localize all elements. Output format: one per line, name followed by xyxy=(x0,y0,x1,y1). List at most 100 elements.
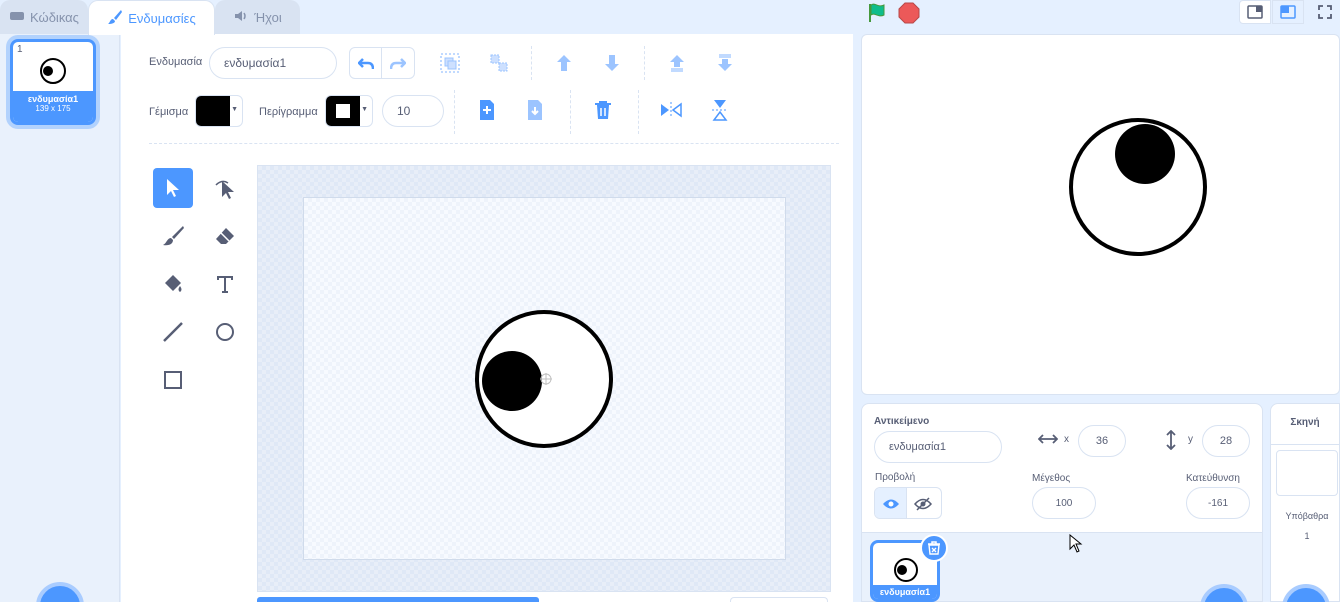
forward-button[interactable] xyxy=(551,50,577,76)
stage-sprite[interactable] xyxy=(1066,115,1210,259)
front-button[interactable] xyxy=(664,50,690,76)
arrow-up-icon xyxy=(557,55,571,71)
toolbar-divider xyxy=(638,90,639,134)
outline-width-input[interactable]: 10 xyxy=(382,95,444,127)
direction-input[interactable]: -161 xyxy=(1186,487,1250,519)
group-button[interactable] xyxy=(437,50,463,76)
costume-footer: ενδυμασία1 139 x 175 xyxy=(13,91,93,122)
large-stage-icon xyxy=(1280,5,1296,19)
mouse-cursor-icon xyxy=(1069,534,1083,553)
copy-button[interactable] xyxy=(474,97,500,123)
send-to-back-icon xyxy=(718,54,732,71)
speaker-icon xyxy=(233,8,249,27)
eye-drawing[interactable] xyxy=(470,305,620,455)
fill-color-swatch xyxy=(196,96,230,126)
green-flag-button[interactable] xyxy=(861,0,893,26)
green-flag-icon xyxy=(869,3,885,22)
dropdown-arrow-icon: ▼ xyxy=(361,106,368,113)
text-icon xyxy=(217,276,233,293)
direction-label: Κατεύθυνση xyxy=(1186,473,1240,484)
reshape-tool[interactable] xyxy=(205,168,245,208)
sprite-name-input[interactable]: ενδυμασία1 xyxy=(874,431,1002,463)
backdrops-count: 1 xyxy=(1304,531,1310,541)
outline-color-picker[interactable]: ▼ xyxy=(325,95,373,127)
y-arrows-icon xyxy=(1162,429,1180,455)
tab-code-label: Κώδικας xyxy=(30,10,79,25)
x-label: x xyxy=(1064,434,1069,445)
size-input[interactable]: 100 xyxy=(1032,487,1096,519)
redo-button[interactable] xyxy=(382,48,414,78)
zoom-controls[interactable] xyxy=(730,597,828,602)
stop-button[interactable] xyxy=(897,1,921,25)
delete-sprite-button[interactable] xyxy=(920,534,948,562)
circle-tool[interactable] xyxy=(205,312,245,352)
y-input[interactable]: 28 xyxy=(1202,425,1250,457)
costume-name: ενδυμασία1 xyxy=(27,94,79,104)
convert-bitmap-button[interactable] xyxy=(257,597,539,602)
costume-size: 139 x 175 xyxy=(35,104,71,113)
stage-title: Σκηνή xyxy=(1290,417,1320,428)
sprite-eye-image xyxy=(894,558,918,582)
fill-tool[interactable] xyxy=(153,264,193,304)
backward-button[interactable] xyxy=(599,50,625,76)
flip-vertical-button[interactable] xyxy=(707,97,733,123)
dropdown-arrow-icon: ▼ xyxy=(231,106,238,113)
stage-selector[interactable] xyxy=(1270,403,1340,602)
eye-icon xyxy=(882,499,899,509)
stop-icon xyxy=(898,2,920,24)
x-arrows-icon xyxy=(1037,430,1059,453)
small-stage-button[interactable] xyxy=(1239,0,1271,24)
paint-bucket-icon xyxy=(165,275,182,292)
toolbar-divider xyxy=(531,46,532,80)
fullscreen-button[interactable] xyxy=(1310,0,1340,24)
eraser-tool[interactable] xyxy=(205,216,245,256)
show-button[interactable] xyxy=(875,488,907,518)
code-icon xyxy=(9,8,25,27)
toolbar-divider xyxy=(644,46,645,80)
backdrops-label: Υπόβαθρα xyxy=(1285,511,1329,521)
sprite-name-value: ενδυμασία1 xyxy=(889,441,946,453)
fill-color-picker[interactable]: ▼ xyxy=(195,95,243,127)
copy-icon xyxy=(480,100,494,120)
tab-code[interactable]: Κώδικας xyxy=(0,0,88,34)
tab-costumes-label: Ενδυμασίες xyxy=(128,10,196,26)
trash-icon xyxy=(595,101,611,119)
costume-thumbnail[interactable]: 1 ενδυμασία1 139 x 175 xyxy=(10,39,96,125)
fullscreen-icon xyxy=(1318,5,1332,19)
back-button[interactable] xyxy=(712,50,738,76)
text-tool[interactable] xyxy=(205,264,245,304)
select-tool[interactable] xyxy=(153,168,193,208)
arrow-down-icon xyxy=(605,55,619,71)
line-icon xyxy=(163,322,183,342)
undo-button[interactable] xyxy=(350,48,382,78)
paste-icon xyxy=(528,100,542,120)
tab-sounds-label: Ήχοι xyxy=(254,10,282,25)
eraser-icon xyxy=(216,228,234,244)
outline-color-swatch xyxy=(326,96,360,126)
y-value: 28 xyxy=(1219,435,1233,447)
show-label: Προβολή xyxy=(875,472,916,483)
flip-horizontal-button[interactable] xyxy=(658,97,684,123)
delete-button[interactable] xyxy=(590,97,616,123)
flip-horizontal-icon xyxy=(661,102,682,118)
ungroup-button[interactable] xyxy=(486,50,512,76)
rectangle-tool[interactable] xyxy=(153,360,193,400)
costume-name-label: Ενδυμασία xyxy=(149,56,203,68)
hide-button[interactable] xyxy=(907,488,939,518)
line-tool[interactable] xyxy=(153,312,193,352)
y-label: y xyxy=(1188,434,1193,445)
size-label: Μέγεθος xyxy=(1032,473,1071,484)
paste-button[interactable] xyxy=(522,97,548,123)
brush-tool[interactable] xyxy=(153,216,193,256)
undo-redo-group xyxy=(349,47,415,79)
circle-icon xyxy=(216,323,234,341)
large-stage-button[interactable] xyxy=(1272,0,1304,24)
size-value: 100 xyxy=(1055,497,1073,509)
costume-number: 1 xyxy=(17,44,23,55)
x-input[interactable]: 36 xyxy=(1078,425,1126,457)
tab-sounds[interactable]: Ήχοι xyxy=(215,0,300,34)
costume-name-input[interactable]: ενδυμασία1 xyxy=(209,47,337,79)
sprite-label: Αντικείμενο xyxy=(874,416,930,427)
tab-costumes[interactable]: Ενδυμασίες xyxy=(88,0,215,35)
backdrop-thumbnail[interactable] xyxy=(1276,450,1338,496)
